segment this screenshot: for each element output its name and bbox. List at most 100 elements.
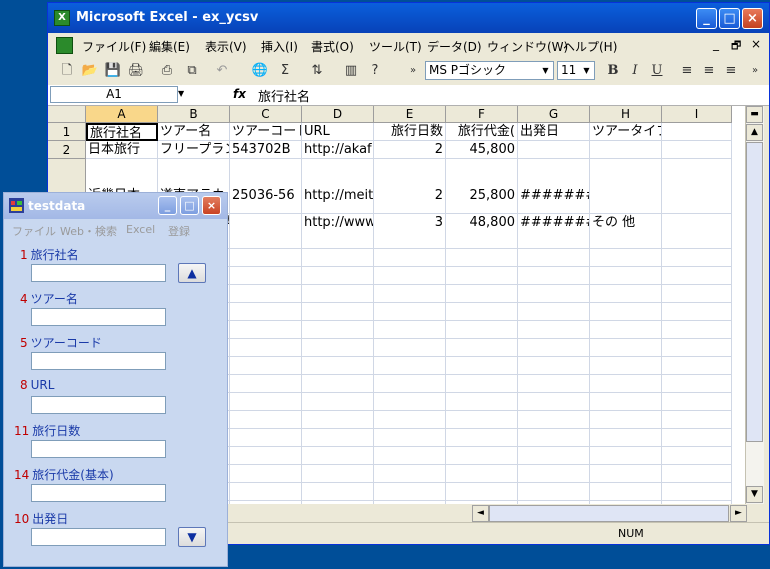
table-cell[interactable]: ツアーコード — [230, 123, 302, 141]
table-cell[interactable] — [518, 429, 590, 447]
row-header[interactable]: 2 — [48, 141, 86, 159]
help-icon[interactable]: ? — [366, 62, 384, 80]
table-cell[interactable]: URL — [302, 123, 374, 141]
scroll-left-button[interactable]: ◄ — [472, 505, 489, 522]
table-cell[interactable]: 48,800 — [446, 214, 518, 249]
table-cell[interactable] — [230, 375, 302, 393]
table-cell[interactable] — [590, 321, 662, 339]
table-cell[interactable]: ツアータイプ — [590, 123, 662, 141]
table-cell[interactable] — [302, 393, 374, 411]
name-box[interactable]: A1 — [50, 86, 178, 103]
menu-insert[interactable]: 挿入(I) — [261, 38, 298, 55]
chart-wizard-icon[interactable]: ▥ — [342, 62, 360, 80]
table-cell[interactable] — [446, 465, 518, 483]
font-size-combo[interactable]: 11 ▼ — [557, 61, 595, 80]
table-cell[interactable] — [230, 339, 302, 357]
table-cell[interactable] — [446, 429, 518, 447]
table-cell[interactable] — [302, 465, 374, 483]
column-header-f[interactable]: F — [446, 106, 518, 123]
menu-register[interactable]: 登録 — [168, 223, 190, 239]
table-cell[interactable] — [302, 375, 374, 393]
table-cell[interactable] — [590, 141, 662, 159]
doc-close-icon[interactable]: × — [751, 37, 761, 51]
table-cell[interactable] — [590, 357, 662, 375]
table-cell[interactable] — [662, 214, 732, 249]
menu-web-search[interactable]: Web・検索 — [60, 223, 117, 239]
table-cell[interactable] — [302, 411, 374, 429]
scroll-right-button[interactable]: ► — [730, 505, 747, 522]
column-header-c[interactable]: C — [230, 106, 302, 123]
table-cell[interactable]: http://meit — [302, 159, 374, 214]
table-cell[interactable] — [374, 465, 446, 483]
table-cell[interactable]: 旅行日数 — [374, 123, 446, 141]
table-cell[interactable] — [662, 141, 732, 159]
table-cell[interactable] — [518, 141, 590, 159]
table-cell[interactable] — [374, 447, 446, 465]
table-cell[interactable] — [662, 393, 732, 411]
table-cell[interactable] — [590, 447, 662, 465]
toolbar-options-icon[interactable]: » — [746, 62, 764, 80]
table-cell[interactable] — [662, 483, 732, 501]
table-cell[interactable] — [446, 357, 518, 375]
table-cell[interactable] — [374, 483, 446, 501]
menu-file[interactable]: ファイル(F) — [82, 38, 146, 55]
table-cell[interactable] — [518, 357, 590, 375]
table-cell[interactable] — [302, 447, 374, 465]
select-all-corner[interactable] — [48, 106, 86, 123]
table-cell[interactable] — [590, 375, 662, 393]
table-cell[interactable] — [230, 447, 302, 465]
table-cell[interactable] — [446, 447, 518, 465]
menu-tools[interactable]: ツール(T) — [369, 38, 422, 55]
table-cell[interactable]: 25036-56 — [230, 159, 302, 214]
menu-help[interactable]: ヘルプ(H) — [563, 38, 617, 55]
doc-minimize-icon[interactable]: _ — [713, 37, 719, 51]
align-right-icon[interactable]: ≡ — [722, 62, 740, 80]
table-cell[interactable] — [662, 429, 732, 447]
table-cell[interactable] — [374, 249, 446, 267]
table-cell[interactable] — [230, 285, 302, 303]
table-cell[interactable] — [230, 267, 302, 285]
table-cell[interactable] — [662, 465, 732, 483]
toolbar-options-icon[interactable]: » — [404, 62, 422, 80]
table-cell[interactable] — [518, 249, 590, 267]
table-cell[interactable] — [302, 357, 374, 375]
table-cell[interactable] — [662, 357, 732, 375]
table-cell[interactable]: http://akaf — [302, 141, 374, 159]
table-cell[interactable] — [590, 267, 662, 285]
menu-format[interactable]: 書式(O) — [311, 38, 354, 55]
table-cell[interactable] — [446, 303, 518, 321]
align-center-icon[interactable]: ≡ — [700, 62, 718, 80]
field-input[interactable] — [31, 396, 166, 414]
field-input[interactable] — [31, 528, 166, 546]
table-cell[interactable] — [518, 339, 590, 357]
table-cell[interactable] — [518, 285, 590, 303]
testdata-titlebar[interactable]: testdata _ □ × — [4, 193, 227, 219]
new-icon[interactable]: 🗋 — [58, 62, 76, 80]
workbook-icon[interactable] — [56, 37, 73, 54]
table-cell[interactable] — [374, 285, 446, 303]
table-cell[interactable] — [518, 447, 590, 465]
table-cell[interactable] — [590, 249, 662, 267]
italic-button[interactable]: I — [626, 62, 644, 80]
table-cell[interactable] — [302, 267, 374, 285]
table-cell[interactable] — [230, 483, 302, 501]
table-cell[interactable]: その 他 — [590, 214, 662, 249]
autosum-icon[interactable]: Σ — [276, 62, 294, 80]
table-cell[interactable] — [230, 303, 302, 321]
table-cell[interactable] — [662, 123, 732, 141]
table-cell[interactable] — [590, 159, 662, 214]
table-cell[interactable]: 日本旅行 — [86, 141, 158, 159]
minimize-button[interactable]: _ — [158, 196, 177, 215]
table-cell[interactable] — [518, 411, 590, 429]
sort-ascending-icon[interactable]: ⇅ — [308, 62, 326, 80]
table-cell[interactable] — [590, 339, 662, 357]
table-cell[interactable] — [662, 249, 732, 267]
table-cell[interactable]: ######## — [518, 159, 590, 214]
row-header[interactable]: 1 — [48, 123, 86, 141]
table-cell[interactable] — [662, 411, 732, 429]
insert-function-icon[interactable]: fx — [233, 87, 246, 101]
table-cell[interactable] — [662, 375, 732, 393]
print-icon[interactable]: ⎙ — [158, 62, 176, 80]
table-cell[interactable] — [374, 339, 446, 357]
menu-edit[interactable]: 編集(E) — [149, 38, 190, 55]
